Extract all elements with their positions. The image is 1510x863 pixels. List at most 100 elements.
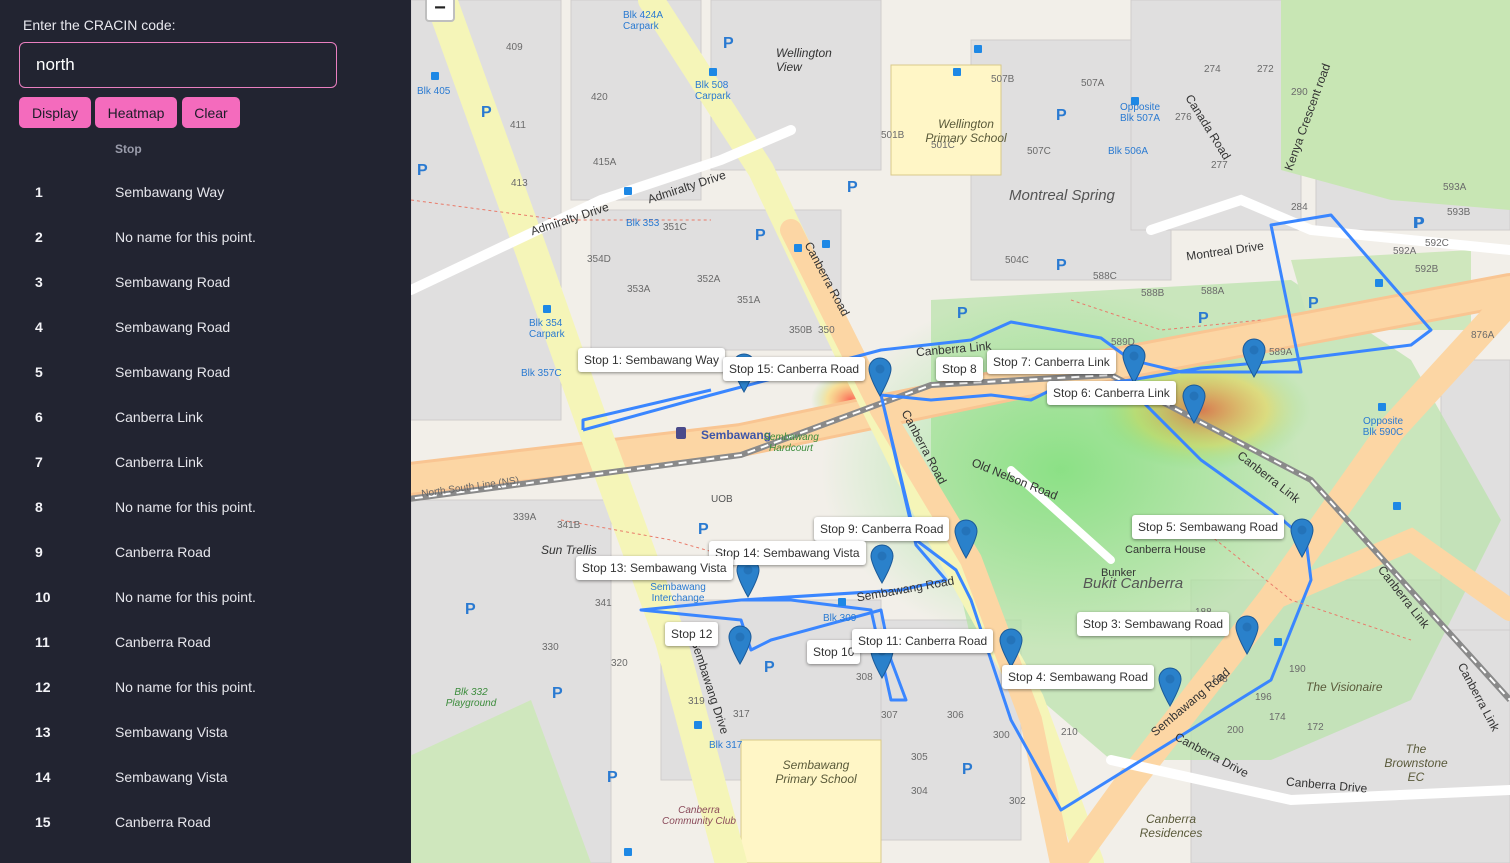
stop-number: 5 — [35, 364, 43, 380]
station-icon — [676, 427, 686, 439]
stop-number: 15 — [35, 814, 51, 830]
table-row: 6 Canberra Link — [0, 395, 411, 440]
table-row: 14 Sembawang Vista — [0, 755, 411, 800]
table-row: 1 Sembawang Way — [0, 170, 411, 215]
stop-tooltip: Stop 12 — [665, 622, 719, 646]
stop-number: 9 — [35, 544, 43, 560]
svg-text:190: 190 — [1289, 664, 1306, 675]
svg-text:P: P — [1413, 215, 1424, 232]
svg-text:307: 307 — [881, 710, 898, 721]
svg-text:P: P — [607, 769, 618, 786]
svg-text:352A: 352A — [697, 274, 721, 285]
stop-name: No name for this point. — [115, 229, 256, 245]
clear-button[interactable]: Clear — [182, 97, 240, 128]
svg-text:302: 302 — [1009, 796, 1026, 807]
stop-number: 11 — [35, 634, 50, 650]
svg-text:588C: 588C — [1093, 271, 1117, 282]
svg-text:353A: 353A — [627, 284, 651, 295]
svg-text:P: P — [723, 35, 734, 52]
stop-column-header: Stop — [115, 142, 142, 156]
stop-number: 2 — [35, 229, 43, 245]
svg-text:P: P — [465, 601, 476, 618]
svg-text:330: 330 — [542, 642, 559, 653]
table-row: 11 Canberra Road — [0, 620, 411, 665]
svg-text:589A: 589A — [1269, 347, 1293, 358]
svg-text:P: P — [1198, 310, 1209, 327]
stop-name: Sembawang Road — [115, 319, 231, 335]
svg-text:306: 306 — [947, 710, 964, 721]
map-marker-icon[interactable] — [868, 357, 892, 397]
stop-tooltip: Stop 7: Canberra Link — [987, 350, 1116, 374]
map-marker-icon[interactable] — [870, 544, 894, 584]
svg-text:354D: 354D — [587, 254, 611, 265]
svg-text:592C: 592C — [1425, 238, 1449, 249]
stop-name: Canberra Road — [115, 814, 211, 830]
stop-name: Sembawang Way — [115, 184, 225, 200]
svg-text:350: 350 — [818, 325, 835, 336]
stop-tooltip: Stop 15: Canberra Road — [723, 357, 866, 381]
svg-text:351C: 351C — [663, 222, 687, 233]
svg-text:507B: 507B — [991, 74, 1015, 85]
stop-tooltip: Stop 6: Canberra Link — [1047, 381, 1176, 405]
stop-tooltip: Stop 1: Sembawang Way — [578, 348, 725, 372]
stop-tooltip: Stop 9: Canberra Road — [814, 517, 950, 541]
stop-tooltip: Stop 11: Canberra Road — [852, 629, 994, 653]
stop-number: 7 — [35, 454, 43, 470]
map-marker-icon[interactable] — [954, 519, 978, 559]
map[interactable]: PPP PPP PPP PPP PPP PPP 409 420 411 413 415… — [411, 0, 1510, 863]
stop-number: 6 — [35, 409, 43, 425]
svg-text:339A: 339A — [513, 512, 537, 523]
map-marker-icon[interactable] — [728, 625, 752, 665]
svg-text:200: 200 — [1227, 725, 1244, 736]
svg-text:276: 276 — [1175, 112, 1192, 123]
stop-name: Canberra Link — [115, 409, 203, 425]
stop-name: No name for this point. — [115, 499, 256, 515]
table-row: 12 No name for this point. — [0, 665, 411, 710]
school-grounds — [740, 739, 882, 863]
school-grounds — [890, 64, 1002, 176]
table-row: 13 Sembawang Vista — [0, 710, 411, 755]
svg-text:P: P — [1056, 107, 1067, 124]
heatmap-button[interactable]: Heatmap — [95, 97, 177, 128]
svg-text:501C: 501C — [931, 140, 955, 151]
svg-text:501B: 501B — [881, 130, 905, 141]
svg-text:P: P — [1308, 295, 1319, 312]
stop-number: 10 — [35, 589, 51, 605]
svg-text:341: 341 — [595, 598, 612, 609]
table-row: 15 Canberra Road — [0, 800, 411, 845]
map-marker-icon[interactable] — [1122, 344, 1146, 384]
zoom-out-button[interactable]: − — [425, 0, 455, 22]
cracin-code-input[interactable] — [19, 42, 337, 88]
svg-text:P: P — [417, 162, 428, 179]
map-marker-icon[interactable] — [1182, 384, 1206, 424]
map-marker-icon[interactable] — [1158, 667, 1182, 707]
map-marker-icon[interactable] — [999, 628, 1023, 668]
map-marker-icon[interactable] — [1242, 338, 1266, 378]
display-button[interactable]: Display — [19, 97, 91, 128]
svg-text:284: 284 — [1291, 202, 1308, 213]
svg-text:P: P — [1056, 257, 1067, 274]
map-marker-icon[interactable] — [1235, 615, 1259, 655]
svg-text:305: 305 — [911, 752, 928, 763]
svg-text:592B: 592B — [1415, 264, 1439, 275]
svg-text:409: 409 — [506, 42, 523, 53]
svg-text:593B: 593B — [1447, 207, 1471, 218]
svg-text:507C: 507C — [1027, 146, 1051, 157]
stop-number: 3 — [35, 274, 43, 290]
svg-text:210: 210 — [1061, 727, 1078, 738]
stop-name: Sembawang Road — [115, 364, 231, 380]
table-row: 2 No name for this point. — [0, 215, 411, 260]
stop-number: 12 — [35, 679, 51, 695]
map-marker-icon[interactable] — [1290, 518, 1314, 558]
svg-text:300: 300 — [993, 730, 1010, 741]
svg-text:876A: 876A — [1471, 330, 1495, 341]
stop-name: Canberra Road — [115, 634, 211, 650]
svg-text:272: 272 — [1257, 64, 1274, 75]
svg-text:588B: 588B — [1141, 288, 1165, 299]
svg-text:P: P — [957, 305, 968, 322]
stop-number: 4 — [35, 319, 43, 335]
map-canvas: PPP PPP PPP PPP PPP PPP 409420411 413415… — [411, 0, 1510, 863]
table-row: 9 Canberra Road — [0, 530, 411, 575]
svg-text:350B: 350B — [789, 325, 813, 336]
sidebar: Enter the CRACIN code: Display Heatmap C… — [0, 0, 411, 863]
